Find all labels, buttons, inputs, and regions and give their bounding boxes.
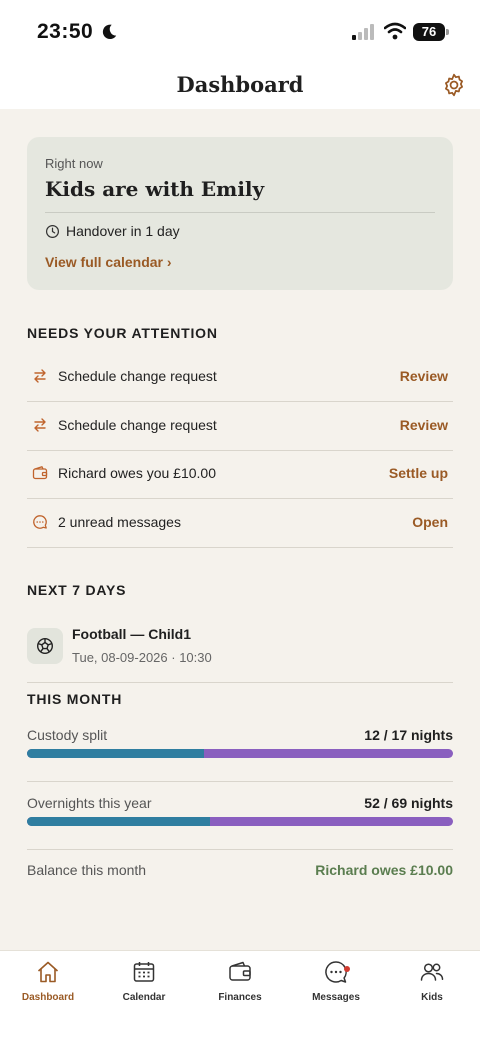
handover-text: Handover in 1 day (66, 223, 180, 239)
stat-label: Overnights this year (27, 795, 152, 811)
event-title: Football — Child1 (72, 626, 191, 642)
card-divider (45, 212, 435, 213)
stat-value: 12 / 17 nights (364, 727, 453, 743)
open-button[interactable]: Open (412, 514, 448, 530)
attention-row[interactable]: Schedule change request Review (27, 353, 453, 402)
moon-icon (102, 24, 117, 40)
stat-label: Balance this month (27, 862, 147, 878)
next-days-title: NEXT 7 DAYS (27, 582, 127, 598)
event-row[interactable]: Football — Child1 Tue, 08-09-2026 · 10:3… (27, 616, 453, 683)
tab-label: Calendar (122, 992, 166, 1003)
attention-row[interactable]: 2 unread messages Open (27, 499, 453, 548)
stat-label: Custody split (27, 727, 108, 743)
tab-label: Kids (421, 992, 443, 1003)
bar-fill (27, 749, 205, 758)
gear-icon[interactable] (441, 72, 467, 98)
status-bar: 23:50 76 (0, 0, 480, 62)
event-datetime: Tue, 08-09-2026 · 10:30 (72, 650, 212, 665)
tab-label: Messages (312, 992, 360, 1003)
people-icon (420, 963, 444, 981)
event-icon-box (27, 628, 63, 664)
tab-kids[interactable]: Kids (384, 959, 480, 1003)
tab-finances[interactable]: Finances (192, 959, 288, 1003)
swap-icon (34, 418, 46, 432)
tab-label: Finances (218, 992, 262, 1003)
this-month-title: THIS MONTH (27, 691, 123, 707)
attention-label: Richard owes you £10.00 (58, 465, 216, 481)
attention-label: Schedule change request (58, 368, 217, 384)
bar-fill (27, 817, 210, 826)
current-custody-card: Right now Kids are with Emily Handover i… (27, 137, 453, 290)
review-button[interactable]: Review (400, 368, 448, 384)
wifi-icon (384, 22, 406, 40)
attention-row[interactable]: Schedule change request Review (27, 402, 453, 451)
divider (27, 849, 453, 850)
football-icon (36, 637, 54, 655)
card-title: Kids are with Emily (45, 177, 265, 201)
attention-label: Schedule change request (58, 417, 217, 433)
tab-dashboard[interactable]: Dashboard (0, 959, 96, 1003)
battery-icon: 76 (413, 23, 449, 41)
overnights-bar (27, 817, 453, 826)
calendar-icon (133, 962, 155, 982)
divider (27, 781, 453, 782)
signal-icon (352, 24, 374, 40)
custody-split-bar (27, 749, 453, 758)
tab-messages[interactable]: Messages (288, 959, 384, 1003)
unread-badge (344, 966, 350, 972)
review-button[interactable]: Review (400, 417, 448, 433)
clock-icon (45, 224, 60, 238)
chat-icon (325, 961, 347, 983)
header: Dashboard (0, 62, 480, 109)
tab-calendar[interactable]: Calendar (96, 959, 192, 1003)
swap-icon (34, 369, 46, 383)
wallet-icon (32, 466, 48, 480)
attention-label: 2 unread messages (58, 514, 181, 530)
balance-value: Richard owes £10.00 (315, 862, 453, 878)
handover-info: Handover in 1 day (45, 223, 180, 239)
card-eyebrow: Right now (45, 156, 103, 171)
attention-row[interactable]: Richard owes you £10.00 Settle up (27, 450, 453, 499)
home-icon (37, 961, 59, 983)
stat-value: 52 / 69 nights (364, 795, 453, 811)
tab-label: Dashboard (21, 992, 75, 1003)
attention-title: NEEDS YOUR ATTENTION (27, 325, 218, 341)
battery-level: 76 (413, 23, 445, 41)
page-title: Dashboard (176, 72, 304, 97)
wallet-icon (229, 961, 251, 981)
tab-bar: Dashboard Calendar Finances Messages Kid… (0, 950, 480, 1039)
status-time: 23:50 (37, 20, 94, 43)
chat-icon (33, 515, 47, 529)
view-calendar-link[interactable]: View full calendar › (45, 254, 172, 270)
settle-up-button[interactable]: Settle up (389, 465, 448, 481)
